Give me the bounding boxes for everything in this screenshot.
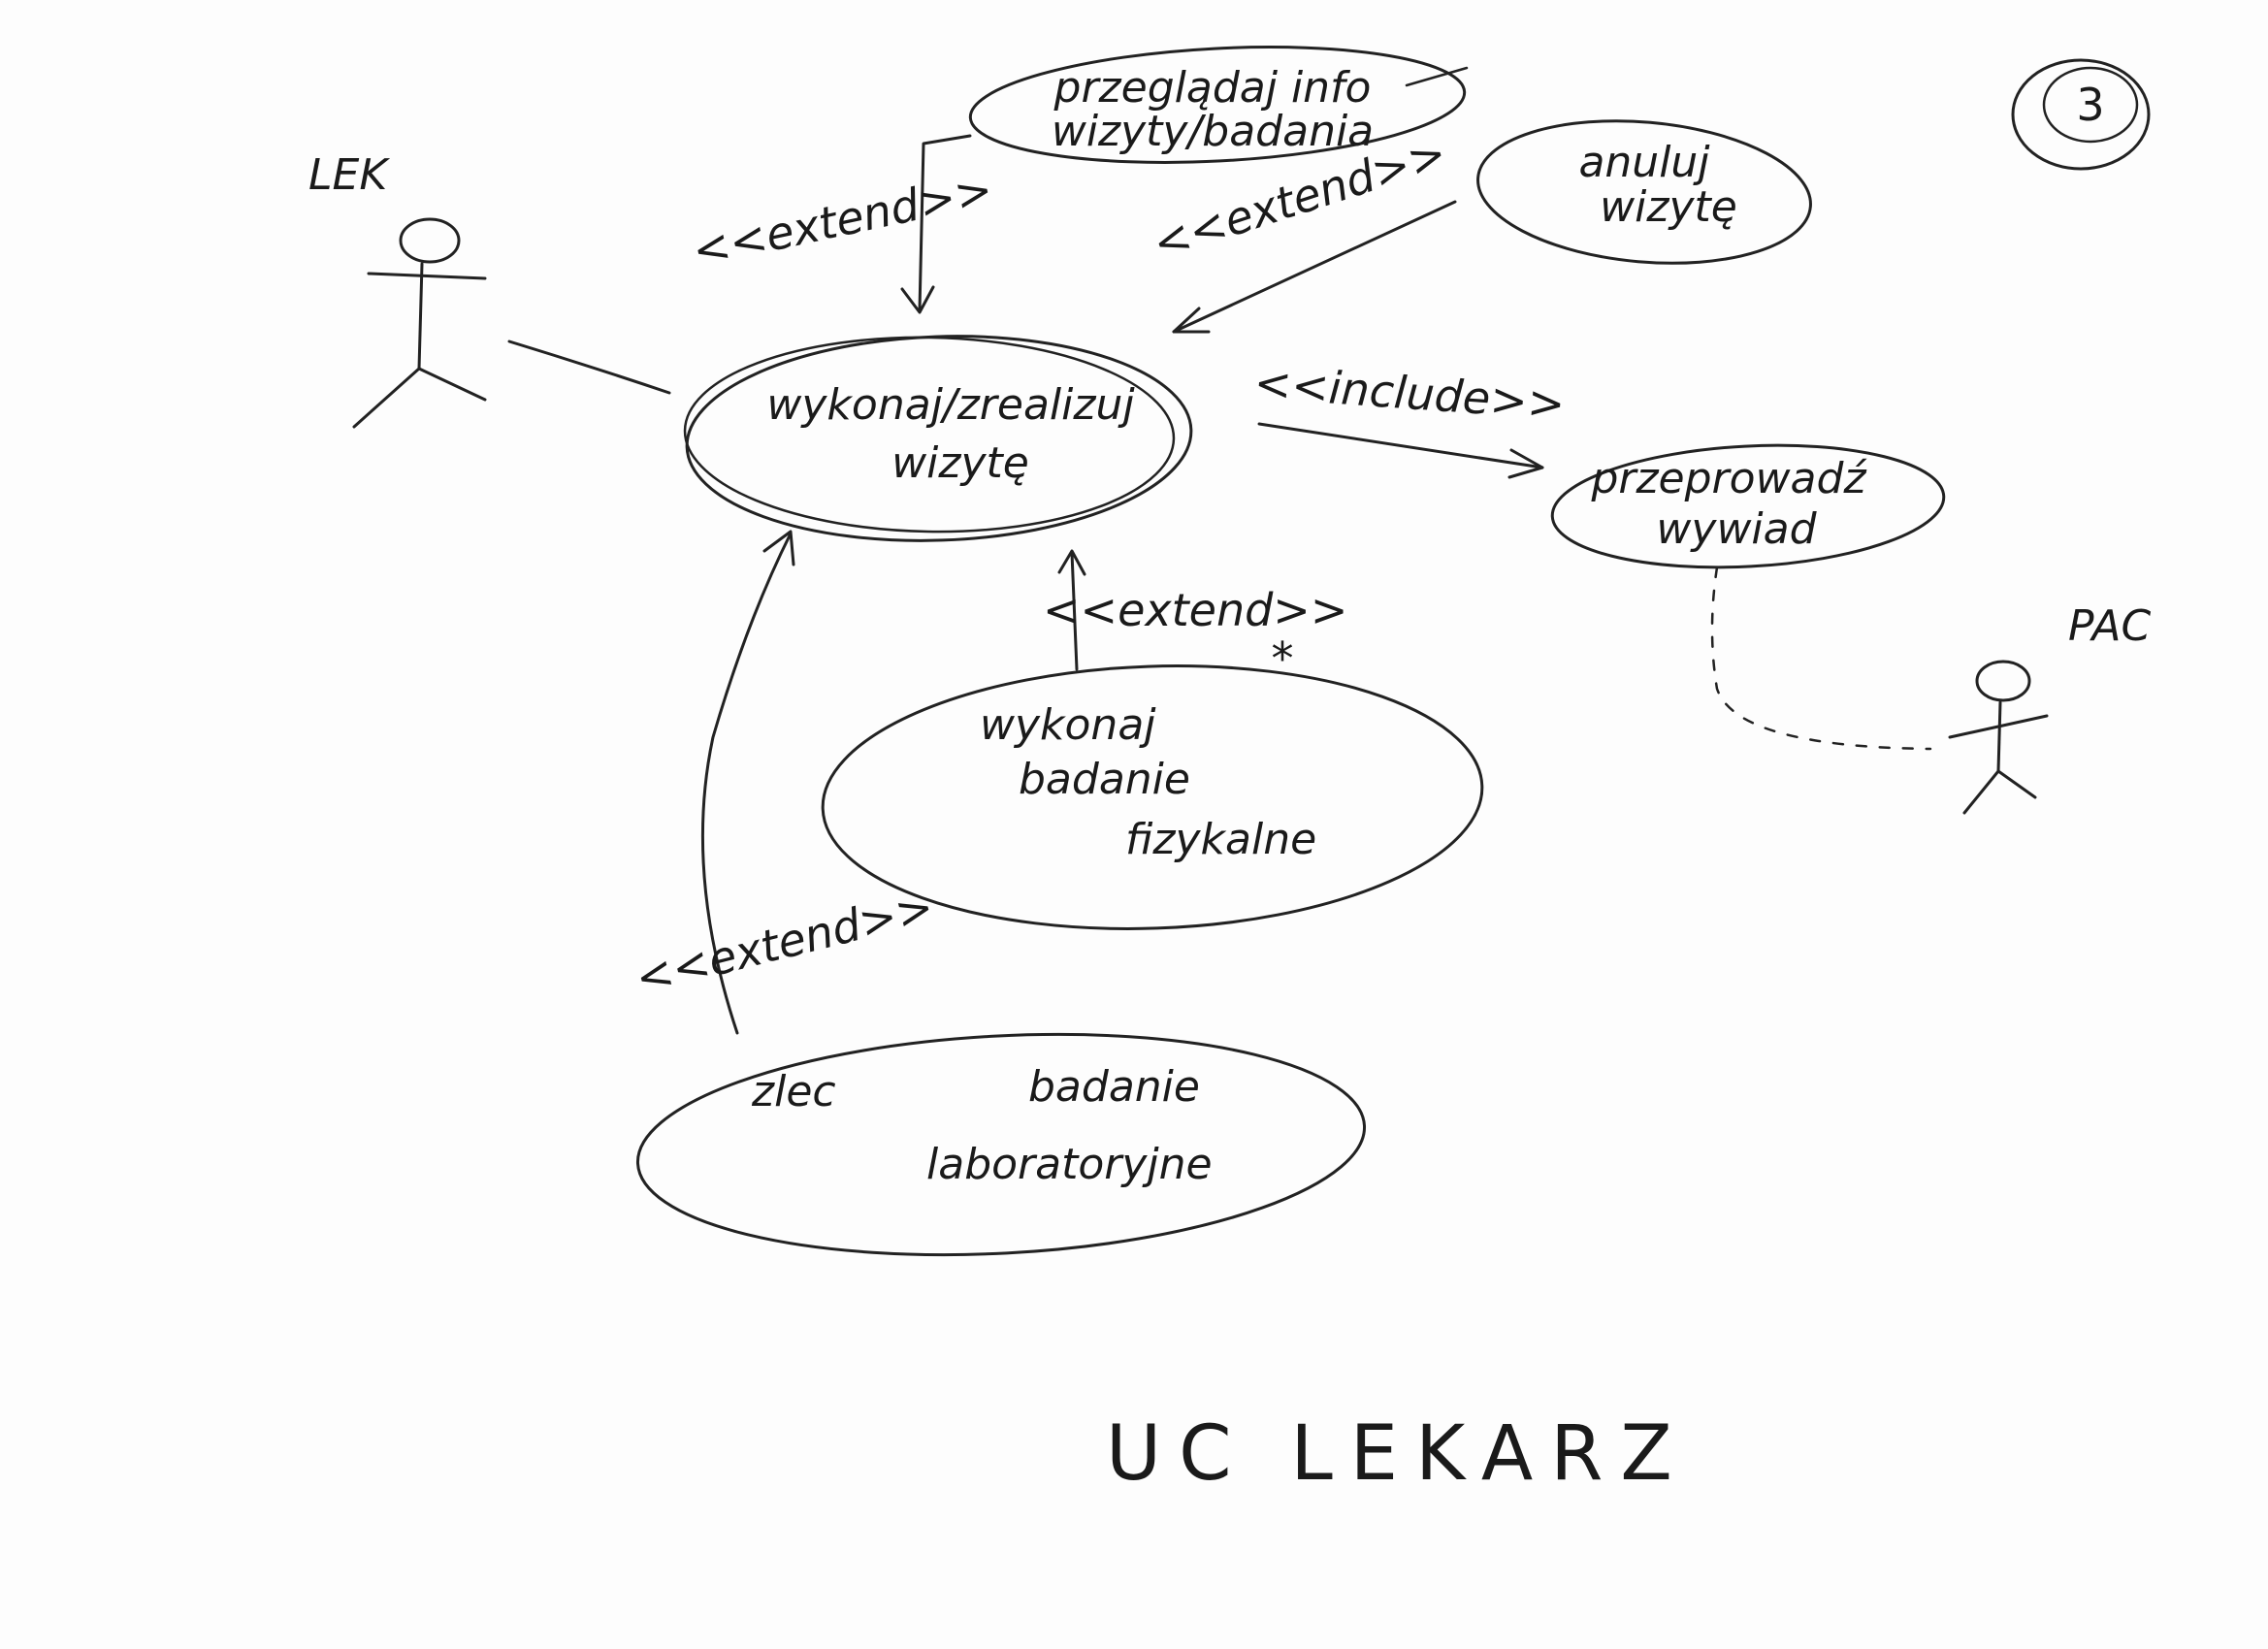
stereotype-include-wywiad: <<include>> [1252, 356, 1567, 430]
actor-pac-body [1996, 700, 2002, 773]
use-case-laboratoryjne-line2: badanie [1028, 1062, 1200, 1112]
use-case-main: wykonaj/zrealizuj wizytę [683, 335, 1193, 542]
actor-pac-leg-right [1996, 769, 2037, 799]
actor-pac-label: PAC [2068, 601, 2151, 651]
actor-lek-leg-right [417, 367, 487, 402]
actor-lek: LEK [308, 150, 487, 429]
use-case-fizykalne-line1: wykonaj [980, 700, 1156, 750]
include-wywiad: <<include>> [1252, 356, 1567, 479]
extend-laboratoryjne: <<extend>> [631, 530, 939, 1035]
use-case-wywiad-line2: wywiad [1656, 504, 1817, 554]
page-number-marker: 3 [2011, 58, 2151, 171]
multiplicity-star: * [1272, 632, 1294, 685]
use-case-diagram: 3 LEK wykonaj/zrealizuj wizytę przegląda… [308, 46, 2151, 1498]
association-pac-wywiad [1710, 566, 1932, 751]
use-case-main-line1: wykonaj/zrealizuj [766, 380, 1135, 430]
use-case-main-line2: wizytę [891, 438, 1029, 488]
actor-pac-head [1975, 660, 2031, 702]
actor-pac-leg-left [1962, 769, 2000, 815]
use-case-fizykalne-line2: badanie [1019, 755, 1190, 804]
use-case-anuluj: anuluj wizytę [1476, 119, 1812, 265]
actor-lek-body [417, 262, 424, 371]
actor-lek-head [399, 217, 461, 264]
use-case-wywiad-line1: przeprowadź [1590, 454, 1867, 503]
actor-lek-arms [367, 272, 487, 280]
use-case-przegladaj-line2: wizyty/badania [1052, 107, 1374, 156]
use-case-laboratoryjne: zlec badanie laboratoryjne [635, 1032, 1367, 1257]
use-case-laboratoryjne-line3: laboratoryjne [926, 1140, 1213, 1189]
extend-przegladaj: <<extend>> [688, 134, 997, 314]
use-case-fizykalne-line3: fizykalne [1125, 815, 1316, 864]
use-case-przegladaj-line1: przeglądaj info [1053, 63, 1372, 113]
extend-anuluj: <<extend>> [1147, 126, 1457, 334]
diagram-title: UC LEKARZ [1106, 1410, 1690, 1498]
use-case-wywiad: przeprowadź wywiad [1550, 443, 1946, 569]
use-case-anuluj-line2: wizytę [1600, 182, 1737, 232]
stereotype-extend-przegladaj: <<extend>> [688, 163, 997, 277]
use-case-laboratoryjne-line1: zlec [751, 1067, 836, 1116]
page-number: 3 [2076, 79, 2104, 131]
actor-lek-leg-left [352, 367, 421, 429]
stereotype-extend-laboratoryjne: <<extend>> [631, 880, 939, 1004]
stereotype-extend-fizykalne: <<extend>> [1043, 584, 1347, 636]
association-lek-main [507, 340, 671, 395]
actor-pac: PAC [1948, 601, 2151, 815]
use-case-anuluj-line1: anuluj [1578, 138, 1710, 187]
actor-lek-label: LEK [308, 150, 390, 200]
